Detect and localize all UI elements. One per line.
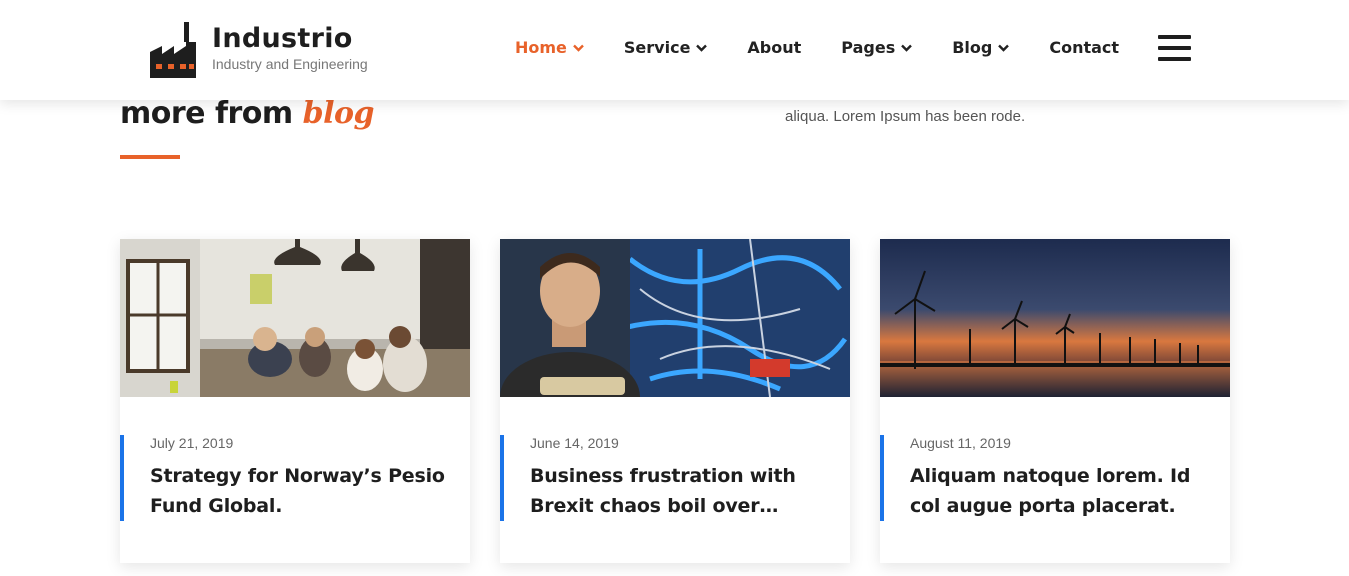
blog-card[interactable]: June 14, 2019 Business frustration with … [500, 239, 850, 563]
section-title-accent: blog [302, 96, 375, 131]
section-title: more from blog [120, 96, 375, 131]
nav-service-label: Service [623, 38, 691, 57]
chevron-down-icon [901, 44, 913, 52]
nav-about-label: About [747, 38, 802, 57]
nav-pages-label: Pages [841, 38, 896, 57]
nav-home-label: Home [515, 38, 567, 57]
nav-blog[interactable]: Blog [952, 38, 1010, 57]
engineer-with-machine-photo[interactable] [500, 239, 850, 397]
post-date: June 14, 2019 [530, 435, 619, 451]
chevron-down-icon [696, 44, 708, 52]
section-divider [120, 155, 180, 159]
post-date: July 21, 2019 [150, 435, 234, 451]
nav-contact[interactable]: Contact [1049, 38, 1119, 57]
nav-about[interactable]: About [747, 38, 801, 57]
post-title[interactable]: Strategy for Norway’s Pesio Fund Global. [150, 461, 450, 521]
brand-subtitle: Industry and Engineering [212, 56, 368, 72]
nav-home[interactable]: Home [515, 38, 584, 57]
nav-blog-label: Blog [952, 38, 993, 57]
section-title-prefix: more from [120, 96, 293, 131]
chevron-down-icon [998, 44, 1010, 52]
section-description: aliqua. Lorem Ipsum has been rode. [785, 108, 1026, 125]
main-nav: Home Service About Pages Blog Contact [515, 38, 1159, 57]
chevron-down-icon [573, 44, 584, 52]
factory-icon [150, 22, 196, 78]
nav-contact-label: Contact [1049, 38, 1120, 57]
wind-turbines-sunset-photo[interactable] [880, 239, 1230, 397]
post-title[interactable]: Aliquam natoque lorem. Id col augue port… [910, 461, 1210, 521]
post-date: August 11, 2019 [910, 435, 1011, 451]
blog-card[interactable]: July 21, 2019 Strategy for Norway’s Pesi… [120, 239, 470, 563]
brand-title: Industrio [212, 23, 353, 54]
site-header: Industrio Industry and Engineering Home … [0, 0, 1349, 100]
nav-service[interactable]: Service [624, 38, 708, 57]
brand-logo[interactable]: Industrio Industry and Engineering [148, 22, 368, 78]
card-accent-bar [880, 435, 884, 521]
card-accent-bar [120, 435, 124, 521]
nav-pages[interactable]: Pages [841, 38, 913, 57]
hamburger-icon[interactable] [1158, 35, 1191, 63]
card-accent-bar [500, 435, 504, 521]
office-meeting-photo[interactable] [120, 239, 470, 397]
blog-card[interactable]: August 11, 2019 Aliquam natoque lorem. I… [880, 239, 1230, 563]
post-title[interactable]: Business frustration with Brexit chaos b… [530, 461, 830, 521]
